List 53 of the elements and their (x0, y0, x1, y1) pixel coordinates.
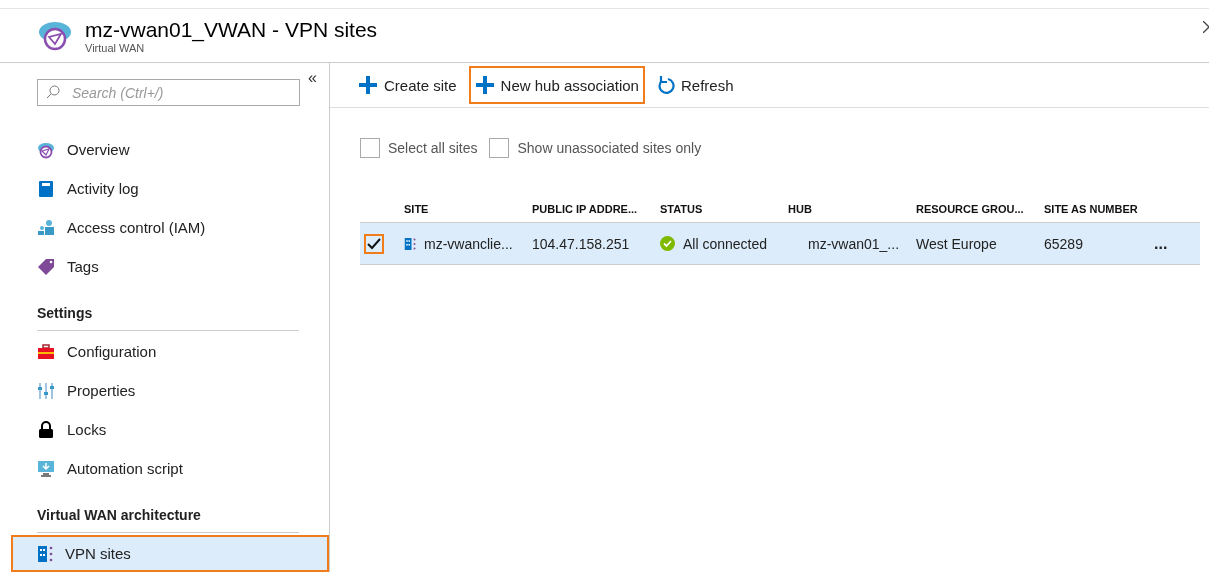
checkbox[interactable] (360, 138, 380, 158)
checkbox-label: Select all sites (388, 140, 478, 156)
page-subtitle: Virtual WAN (85, 41, 145, 54)
table-cell: mz-vwan01_... (808, 235, 900, 252)
column-header[interactable]: STATUS (660, 203, 703, 215)
people-icon (37, 218, 55, 237)
sidebar-item[interactable]: Overview (11, 131, 329, 168)
section-heading: Settings (37, 305, 299, 331)
checkmark-icon (367, 237, 381, 250)
checkbox[interactable] (364, 233, 384, 254)
book-icon (37, 179, 55, 198)
sliders-icon (37, 381, 55, 400)
tag-icon (37, 257, 55, 276)
toolbar-button[interactable]: New hub association (468, 66, 645, 104)
column-header[interactable]: SITE AS NUMBER (1044, 203, 1138, 215)
sidebar-item[interactable]: Access control (IAM) (11, 209, 329, 246)
sidebar-item[interactable]: Activity log (11, 170, 329, 207)
table-cell: West Europe (916, 235, 997, 252)
column-header[interactable]: RESOURCE GROU... (916, 203, 1024, 215)
toolbox-icon (37, 342, 55, 361)
building-icon (404, 236, 416, 251)
plus-icon (358, 75, 378, 95)
sidebar-item[interactable]: VPN sites (11, 535, 329, 572)
table-cell: mz-vwanclie... (424, 235, 513, 252)
sidebar-item[interactable]: Tags (11, 248, 329, 285)
checkbox-label: Show unassociated sites only (517, 140, 702, 156)
plus-icon (474, 75, 495, 95)
search-icon (46, 85, 60, 99)
search-field[interactable]: Search (Ctrl+/) (37, 79, 300, 106)
table-cell: All connected (683, 235, 768, 252)
lock-icon (37, 420, 55, 439)
sidebar-item[interactable]: Properties (11, 372, 329, 409)
table-row[interactable]: mz-vwanclie... 104.47.158.251 All connected mz-vwan01_... West Europe 65289 ... (360, 222, 1200, 265)
page-title: mz-vwan01_VWAN - VPN sites (85, 17, 378, 42)
more-button[interactable]: ... (1154, 234, 1168, 252)
cloud-globe-icon (37, 140, 55, 159)
table-cell: 104.47.158.251 (532, 235, 630, 252)
check-circle-icon (660, 236, 675, 251)
checkbox[interactable] (489, 138, 510, 158)
collapse-button[interactable]: « (308, 69, 317, 87)
sidebar-item[interactable]: Configuration (11, 333, 329, 370)
monitor-icon (37, 459, 55, 478)
sidebar-item[interactable]: Automation script (11, 450, 329, 487)
column-header[interactable]: SITE (404, 203, 429, 215)
toolbar-button[interactable]: Create site (352, 66, 463, 104)
building-icon (37, 544, 53, 563)
column-header[interactable]: PUBLIC IP ADDRE... (532, 203, 638, 215)
table-cell: 65289 (1044, 235, 1083, 252)
section-heading: Virtual WAN architecture (37, 507, 299, 533)
toolbar-button[interactable]: Refresh (650, 66, 740, 104)
sidebar-item[interactable]: Locks (11, 411, 329, 448)
column-header[interactable]: HUB (788, 203, 812, 215)
refresh-icon (656, 75, 675, 95)
